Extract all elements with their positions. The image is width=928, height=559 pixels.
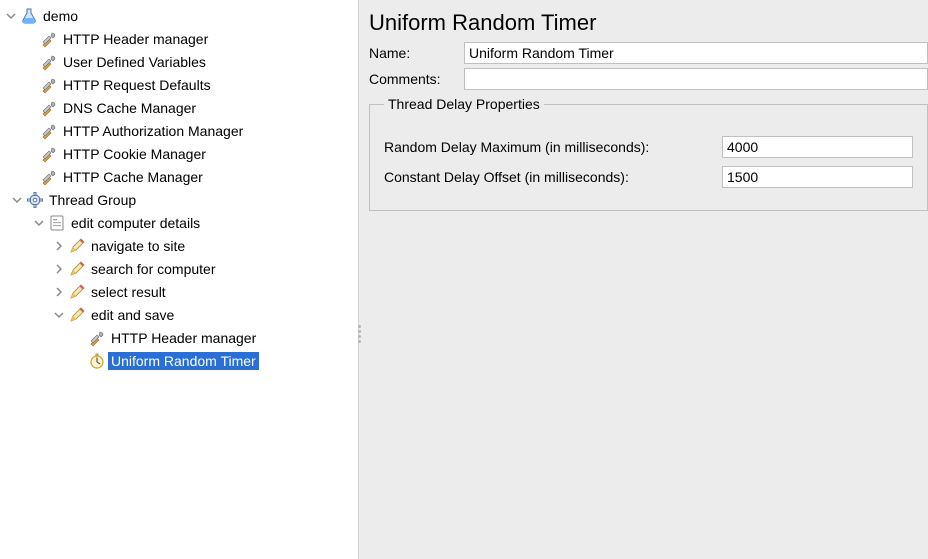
detail-panel: Uniform Random Timer Name: Comments: Thr… [359, 0, 928, 559]
tree-label: Thread Group [46, 191, 139, 209]
tree-label: demo [40, 7, 81, 25]
tools-icon [40, 145, 58, 163]
tree-label: HTTP Header manager [108, 329, 259, 347]
comments-label: Comments: [369, 71, 464, 87]
tree-item-thread-group[interactable]: Thread Group [4, 188, 358, 211]
chevron-down-icon[interactable] [10, 195, 24, 205]
tree-item-config[interactable]: User Defined Variables [4, 50, 358, 73]
tree-label: HTTP Authorization Manager [60, 122, 246, 140]
tools-icon [40, 168, 58, 186]
constant-delay-label: Constant Delay Offset (in milliseconds): [384, 169, 722, 185]
tree-item-config[interactable]: HTTP Header manager [4, 27, 358, 50]
chevron-down-icon[interactable] [52, 310, 66, 320]
tree-item-config[interactable]: HTTP Cookie Manager [4, 142, 358, 165]
tree-item-config[interactable]: HTTP Authorization Manager [4, 119, 358, 142]
tools-icon [40, 122, 58, 140]
file-icon [48, 214, 66, 232]
constant-delay-row: Constant Delay Offset (in milliseconds): [384, 166, 913, 188]
pencil-icon [68, 237, 86, 255]
tree-label: User Defined Variables [60, 53, 209, 71]
tree-label: edit computer details [68, 214, 203, 232]
pencil-icon [68, 283, 86, 301]
chevron-right-icon[interactable] [52, 287, 66, 297]
tree-label: HTTP Cookie Manager [60, 145, 209, 163]
tree-item-timer[interactable]: Uniform Random Timer [4, 349, 358, 372]
tree-item-sampler[interactable]: navigate to site [4, 234, 358, 257]
constant-delay-input[interactable] [722, 166, 913, 188]
comments-row: Comments: [369, 68, 928, 90]
random-delay-input[interactable] [722, 136, 913, 158]
flask-icon [20, 7, 38, 25]
tree-item-config[interactable]: HTTP Cache Manager [4, 165, 358, 188]
tree-item-transaction[interactable]: edit computer details [4, 211, 358, 234]
tree-label: HTTP Request Defaults [60, 76, 214, 94]
tree-label: Uniform Random Timer [108, 352, 259, 370]
pencil-icon [68, 306, 86, 324]
comments-input[interactable] [464, 68, 928, 90]
group-title: Thread Delay Properties [384, 96, 544, 112]
tree-label: HTTP Header manager [60, 30, 211, 48]
tree-label: select result [88, 283, 169, 301]
tree-label: HTTP Cache Manager [60, 168, 206, 186]
splitter-handle[interactable] [354, 325, 364, 343]
random-delay-row: Random Delay Maximum (in milliseconds): [384, 136, 913, 158]
tools-icon [40, 30, 58, 48]
name-row: Name: [369, 42, 928, 64]
tree-item-testplan[interactable]: demo [4, 4, 358, 27]
timer-icon [88, 352, 106, 370]
tree-label: edit and save [88, 306, 177, 324]
gear-icon [26, 191, 44, 209]
tree-item-sampler[interactable]: search for computer [4, 257, 358, 280]
pencil-icon [68, 260, 86, 278]
tree-item-sampler[interactable]: edit and save [4, 303, 358, 326]
tree-label: search for computer [88, 260, 219, 278]
chevron-right-icon[interactable] [52, 264, 66, 274]
tree-item-config[interactable]: HTTP Header manager [4, 326, 358, 349]
random-delay-label: Random Delay Maximum (in milliseconds): [384, 139, 722, 155]
tools-icon [40, 99, 58, 117]
chevron-down-icon[interactable] [32, 218, 46, 228]
panel-title: Uniform Random Timer [369, 10, 928, 36]
app-root: demo HTTP Header manager User Defined Va… [0, 0, 928, 559]
tree-label: DNS Cache Manager [60, 99, 199, 117]
tools-icon [88, 329, 106, 347]
tools-icon [40, 76, 58, 94]
chevron-right-icon[interactable] [52, 241, 66, 251]
tree-item-sampler[interactable]: select result [4, 280, 358, 303]
tree-panel[interactable]: demo HTTP Header manager User Defined Va… [0, 0, 359, 559]
thread-delay-group: Thread Delay Properties Random Delay Max… [369, 96, 928, 211]
name-input[interactable] [464, 42, 928, 64]
chevron-down-icon[interactable] [4, 11, 18, 21]
name-label: Name: [369, 45, 464, 61]
tree-item-config[interactable]: HTTP Request Defaults [4, 73, 358, 96]
tree-item-config[interactable]: DNS Cache Manager [4, 96, 358, 119]
tools-icon [40, 53, 58, 71]
tree-label: navigate to site [88, 237, 188, 255]
